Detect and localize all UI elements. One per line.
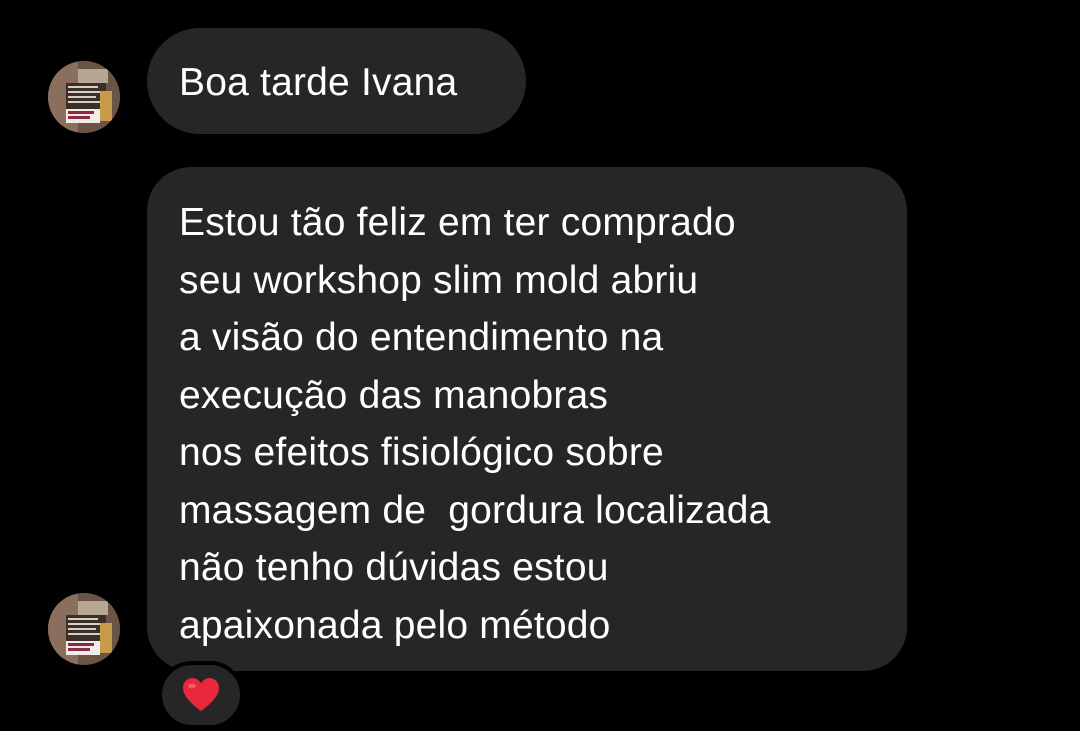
message-line: nos efeitos fisiológico sobre <box>179 431 664 474</box>
heart-reaction[interactable] <box>158 661 244 729</box>
avatar-photo <box>48 61 120 133</box>
message-line: seu workshop slim mold abriu <box>179 258 699 302</box>
message-text: Boa tarde Ivana <box>179 61 458 104</box>
message-bubble[interactable]: Boa tarde Ivana <box>147 28 526 134</box>
heart-icon <box>183 678 219 711</box>
message-bubble[interactable]: Estou tão feliz em ter comprado seu work… <box>147 167 907 671</box>
avatar[interactable] <box>48 593 120 665</box>
message-line: apaixonada pelo método <box>179 603 611 647</box>
avatar[interactable] <box>48 61 120 133</box>
message-line: execução das manobras <box>179 373 609 417</box>
message-line: Estou tão feliz em ter comprado <box>179 201 736 244</box>
avatar-photo <box>48 593 120 665</box>
message-line: não tenho dúvidas estou <box>179 546 609 589</box>
message-line: massagem de gordura localizada <box>179 488 771 532</box>
chat-screen: Boa tarde Ivana Estou tão feliz em ter c… <box>0 0 1080 731</box>
message-line: a visão do entendimento na <box>179 316 664 359</box>
